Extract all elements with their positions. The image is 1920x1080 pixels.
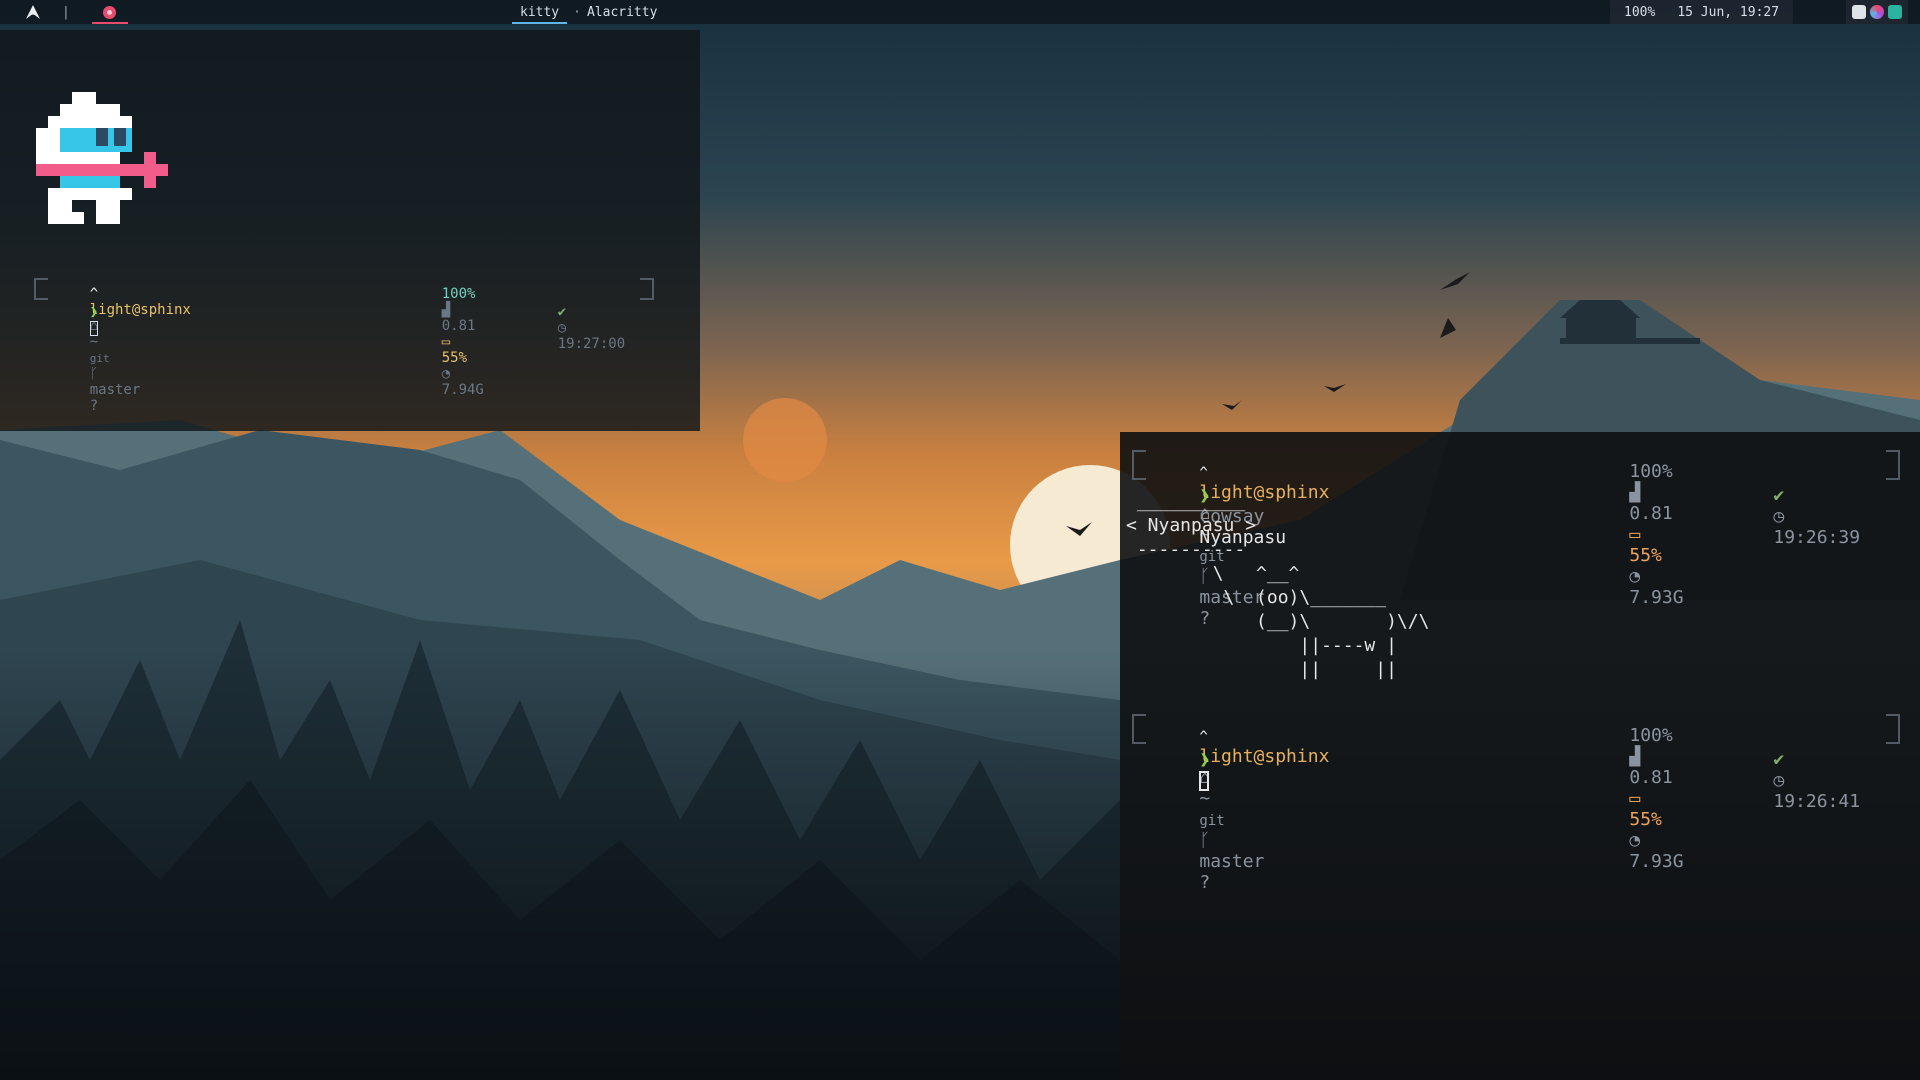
prompt-user: light@sphinx	[89, 302, 191, 318]
branch-icon: ᚴ	[1199, 830, 1211, 851]
disk-icon: ▭	[441, 334, 451, 350]
terminal-cursor	[89, 320, 98, 336]
git-icon: git	[89, 352, 110, 365]
prompt-frame-right	[1886, 714, 1900, 744]
window-title-kitty[interactable]: kitty	[512, 0, 568, 24]
check-icon: ✔	[1773, 485, 1785, 506]
window-title-kitty-label: kitty	[520, 4, 560, 20]
load-value: 0.81	[1629, 503, 1673, 524]
load-value: 0.81	[1629, 767, 1673, 788]
status-area: 100% 15 Jun, 19:27	[1610, 0, 1794, 24]
kitty-prompt-status: 100% ▟ 0.81 ▭ 55% ◔ 7.94G	[408, 270, 484, 414]
kitty-prompt-time: ✔ ◷ 19:27:00	[524, 288, 625, 368]
battery-status[interactable]: 100%	[1624, 5, 1655, 20]
prompt-time: 19:27:00	[557, 336, 626, 352]
terminal-cursor	[1199, 771, 1210, 791]
vivaldi-icon	[103, 5, 117, 19]
disk-value: 55%	[1629, 545, 1662, 566]
workspace-active-indicator	[91, 22, 128, 24]
memory-value: 7.94G	[441, 382, 484, 398]
alacritty-prompt1-status: 100% ▟ 0.81 ▭ 55% ◔ 7.93G	[1586, 440, 1684, 629]
prompt-frame-right	[640, 278, 654, 300]
prompt-branch: master	[89, 382, 141, 398]
discord-icon[interactable]	[1852, 5, 1866, 19]
active-window-indicator	[512, 22, 568, 24]
arch-logo-icon[interactable]	[22, 1, 44, 23]
battery-value: 100%	[1629, 461, 1673, 482]
pixel-art-character	[36, 92, 168, 224]
window-title-alacritty[interactable]: Alacritty	[587, 5, 657, 20]
kitty-prompt-line2: ❯	[56, 288, 98, 352]
color-picker-icon[interactable]	[1870, 5, 1884, 19]
battery-value: 100%	[1629, 725, 1673, 746]
terminal-icon[interactable]	[1888, 5, 1902, 19]
memory-icon: ◔	[1629, 566, 1641, 587]
load-value: 0.81	[441, 318, 476, 334]
memory-icon: ◔	[441, 366, 451, 382]
prompt-branch: master	[1199, 851, 1265, 872]
cowsay-output: __________ < Nyanpasu > ---------- \ ^__…	[1126, 491, 1430, 680]
check-icon: ✔	[1773, 749, 1785, 770]
prompt-frame-left	[1132, 714, 1146, 744]
clock-icon: ◷	[1773, 506, 1785, 527]
prompt-time: 19:26:39	[1773, 527, 1861, 548]
memory-value: 7.93G	[1629, 587, 1684, 608]
alacritty-prompt2-status: 100% ▟ 0.81 ▭ 55% ◔ 7.93G	[1586, 704, 1684, 893]
window-list: kitty · Alacritty	[512, 0, 657, 24]
branch-icon: ᚴ	[89, 366, 99, 382]
alacritty-prompt2-time: ✔ ◷ 19:26:41	[1730, 728, 1860, 833]
disk-icon: ▭	[1629, 524, 1641, 545]
git-icon: git	[1199, 813, 1225, 829]
kitty-terminal-window[interactable]: ^ light@sphinx ⌂ ~ git ᚴ master ? 100% ▟…	[0, 30, 700, 431]
load-icon: ▟	[441, 302, 451, 318]
alacritty-terminal-window[interactable]: ^ light@sphinx ⌂ ~ git ᚴ master ? 100% ▟…	[1120, 432, 1920, 1080]
load-icon: ▟	[1629, 482, 1641, 503]
git-status-icon: ?	[1199, 872, 1211, 893]
battery-value: 100%	[441, 286, 476, 302]
git-status-icon: ?	[89, 398, 99, 414]
window-separator: ·	[573, 4, 581, 20]
memory-icon: ◔	[1629, 830, 1641, 851]
memory-value: 7.93G	[1629, 851, 1684, 872]
prompt-frame-right	[1886, 450, 1900, 480]
alacritty-prompt2-line2: ❯	[1156, 728, 1210, 812]
prompt-arrow: ❯	[1199, 749, 1211, 770]
panel-left-section: |	[0, 0, 128, 24]
prompt-arrow: ❯	[89, 304, 99, 320]
top-panel: | kitty · Alacritty 100% 15 Jun, 19:27	[0, 0, 1920, 24]
disk-value: 55%	[441, 350, 468, 366]
clock[interactable]: 15 Jun, 19:27	[1677, 5, 1779, 20]
clock-icon: ◷	[557, 320, 567, 336]
clock-icon: ◷	[1773, 770, 1785, 791]
alacritty-prompt1-time: ✔ ◷ 19:26:39	[1730, 464, 1860, 569]
prompt-frame-left	[1132, 450, 1146, 480]
workspace-tab-browser[interactable]	[91, 0, 128, 24]
system-tray	[1846, 0, 1908, 24]
disk-value: 55%	[1629, 809, 1662, 830]
disk-icon: ▭	[1629, 788, 1641, 809]
prompt-user: light@sphinx	[1199, 746, 1330, 767]
prompt-time: 19:26:41	[1773, 791, 1861, 812]
prompt-frame-left	[34, 278, 48, 300]
load-icon: ▟	[1629, 746, 1641, 767]
check-icon: ✔	[557, 304, 567, 320]
panel-separator: |	[62, 4, 70, 20]
